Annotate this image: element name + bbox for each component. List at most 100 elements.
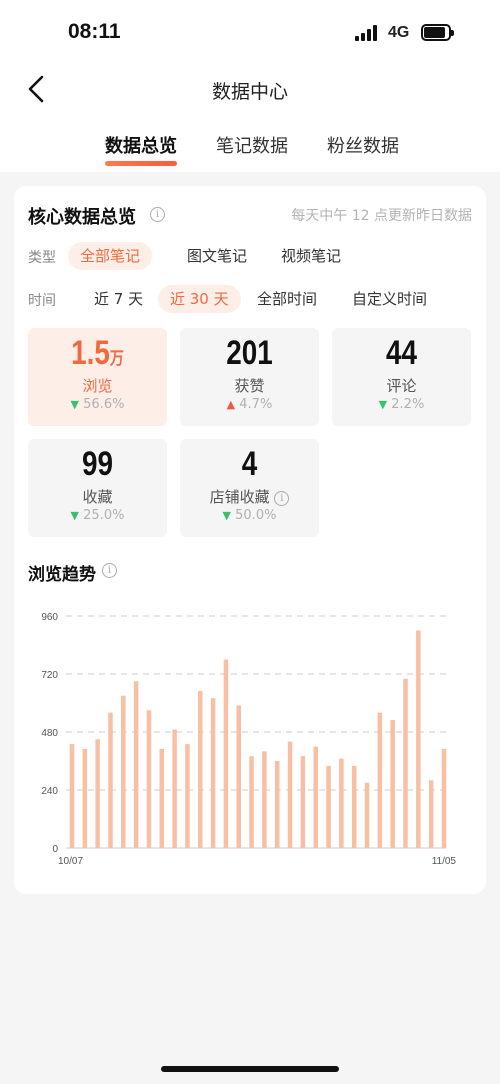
overview-card: 核心数据总览 i 每天中午 12 点更新昨日数据 类型 全部笔记 图文笔记 视频… bbox=[14, 186, 486, 894]
chart-bar[interactable] bbox=[287, 741, 293, 848]
page-title: 数据中心 bbox=[211, 81, 288, 103]
down-triangle-icon: ▼ bbox=[70, 398, 79, 411]
metric-store-collects[interactable]: 4 店铺收藏 i ▼ 50.0% bbox=[180, 439, 319, 537]
chart-bar[interactable] bbox=[416, 630, 421, 849]
metric-comments[interactable]: 44 评论 ▼ 2.2% bbox=[332, 328, 471, 426]
x-end-label: 11/05 bbox=[432, 856, 457, 867]
metric-views-unit: 万 bbox=[109, 349, 124, 368]
tab-fans-data[interactable]: 粉丝数据 bbox=[327, 132, 399, 158]
metric-views[interactable]: 1.5万 浏览 ▼ 56.6% bbox=[28, 328, 167, 426]
metric-collects-label: 收藏 bbox=[82, 488, 113, 506]
metric-views-label: 浏览 bbox=[82, 377, 113, 395]
type-filter-row: 类型 全部笔记 图文笔记 视频笔记 bbox=[28, 242, 468, 270]
metric-likes-change: ▲ 4.7% bbox=[180, 397, 319, 412]
chart-bar[interactable] bbox=[95, 739, 100, 848]
up-triangle-icon: ▲ bbox=[226, 398, 236, 411]
chart-bar[interactable] bbox=[339, 758, 344, 848]
tab-notes-data[interactable]: 笔记数据 bbox=[216, 132, 288, 158]
chart-bar[interactable] bbox=[108, 712, 113, 848]
tab-active-indicator bbox=[105, 161, 177, 166]
status-time: 08:11 bbox=[68, 20, 121, 43]
metric-views-value: 1.5万 bbox=[41, 334, 155, 373]
trend-title: 浏览趋势 bbox=[28, 565, 96, 585]
time-chip-7days[interactable]: 近 7 天 bbox=[82, 285, 155, 313]
y-tick-label: 960 bbox=[41, 612, 58, 623]
tab-bar: 数据总览 笔记数据 粉丝数据 bbox=[0, 132, 500, 166]
chart-bar[interactable] bbox=[390, 719, 395, 848]
type-filter-label: 类型 bbox=[28, 250, 56, 266]
chart-bar[interactable] bbox=[198, 690, 203, 848]
chart-bar[interactable] bbox=[274, 761, 280, 848]
tab-fans-data-label: 粉丝数据 bbox=[327, 136, 399, 157]
chart-bar[interactable] bbox=[146, 710, 152, 848]
chart-bar[interactable] bbox=[351, 765, 357, 848]
tab-notes-data-label: 笔记数据 bbox=[216, 136, 288, 157]
chart-bar[interactable] bbox=[300, 756, 306, 848]
chart-bar[interactable] bbox=[377, 712, 383, 848]
chart-bar[interactable] bbox=[223, 659, 229, 849]
metric-likes[interactable]: 201 获赞 ▲ 4.7% bbox=[180, 328, 319, 426]
metric-store-collects-label: 店铺收藏 i bbox=[180, 486, 319, 507]
metric-collects-change: ▼ 25.0% bbox=[28, 508, 167, 523]
chart-bar[interactable] bbox=[133, 681, 139, 848]
chart-bar[interactable] bbox=[262, 751, 267, 848]
chart-bar[interactable] bbox=[172, 729, 177, 848]
home-indicator bbox=[161, 1066, 339, 1072]
chart-bar[interactable] bbox=[121, 695, 126, 848]
chart-bar[interactable] bbox=[313, 746, 318, 849]
metric-likes-value: 201 bbox=[226, 334, 273, 372]
time-chip-30days[interactable]: 近 30 天 bbox=[158, 285, 241, 313]
y-tick-label: 720 bbox=[41, 670, 58, 681]
type-chip-image[interactable]: 图文笔记 bbox=[175, 242, 259, 270]
chart-bar[interactable] bbox=[249, 756, 254, 848]
chart-bar[interactable] bbox=[236, 705, 242, 848]
down-triangle-icon: ▼ bbox=[70, 509, 79, 522]
tab-overview[interactable]: 数据总览 bbox=[105, 132, 177, 166]
time-chip-custom[interactable]: 自定义时间 bbox=[340, 285, 439, 313]
time-filter-label: 时间 bbox=[28, 293, 56, 309]
info-icon[interactable]: i bbox=[150, 207, 165, 222]
metric-likes-label: 获赞 bbox=[234, 377, 265, 395]
info-icon[interactable]: i bbox=[274, 491, 290, 506]
metric-store-collects-change-value: 50.0% bbox=[235, 508, 277, 523]
metric-comments-value: 44 bbox=[385, 334, 418, 372]
metric-collects[interactable]: 99 收藏 ▼ 25.0% bbox=[28, 439, 167, 537]
down-triangle-icon: ▼ bbox=[222, 509, 231, 522]
metric-store-collects-value: 4 bbox=[241, 445, 258, 483]
chart-bar[interactable] bbox=[326, 765, 331, 848]
battery-icon bbox=[421, 24, 454, 41]
views-trend-chart: 0 240 480 720 960 10/07 11/05 bbox=[41, 612, 457, 867]
x-start-label: 10/07 bbox=[58, 856, 83, 867]
metric-collects-change-value: 25.0% bbox=[83, 508, 125, 523]
type-chip-video[interactable]: 视频笔记 bbox=[269, 242, 353, 270]
time-chip-all-time[interactable]: 全部时间 bbox=[245, 285, 329, 313]
chart-bar[interactable] bbox=[82, 748, 88, 848]
metric-store-collects-change: ▼ 50.0% bbox=[180, 508, 319, 523]
chart-bar[interactable] bbox=[210, 698, 216, 848]
info-icon[interactable]: i bbox=[102, 563, 117, 578]
overview-title: 核心数据总览 bbox=[28, 207, 136, 228]
chart-bar[interactable] bbox=[364, 782, 370, 848]
metric-store-collects-label-text: 店铺收藏 bbox=[209, 488, 270, 506]
metric-comments-label: 评论 bbox=[386, 377, 417, 395]
y-tick-label: 0 bbox=[52, 844, 58, 855]
chart-bar[interactable] bbox=[403, 678, 408, 848]
network-type: 4G bbox=[388, 24, 410, 41]
metric-likes-change-value: 4.7% bbox=[239, 397, 273, 412]
metric-views-change: ▼ 56.6% bbox=[28, 397, 167, 412]
metric-collects-value: 99 bbox=[81, 445, 114, 483]
chart-bar[interactable] bbox=[428, 780, 434, 848]
down-triangle-icon: ▼ bbox=[378, 398, 388, 411]
chart-bar[interactable] bbox=[159, 748, 165, 848]
chart-bar[interactable] bbox=[441, 748, 447, 848]
metric-comments-change-value: 2.2% bbox=[391, 397, 425, 412]
top-header-area: 08:11 4G 数据中心 数据总览 笔记数据 粉丝数据 bbox=[0, 0, 500, 172]
tab-overview-label: 数据总览 bbox=[105, 136, 177, 157]
metric-views-change-value: 56.6% bbox=[83, 397, 125, 412]
time-filter-row: 时间 近 7 天 近 30 天 全部时间 自定义时间 bbox=[28, 285, 468, 313]
chart-bar[interactable] bbox=[69, 744, 75, 848]
type-chip-all[interactable]: 全部笔记 bbox=[68, 242, 153, 270]
chart-bar[interactable] bbox=[185, 744, 190, 848]
y-tick-label: 480 bbox=[41, 728, 58, 739]
signal-icon bbox=[355, 25, 379, 41]
